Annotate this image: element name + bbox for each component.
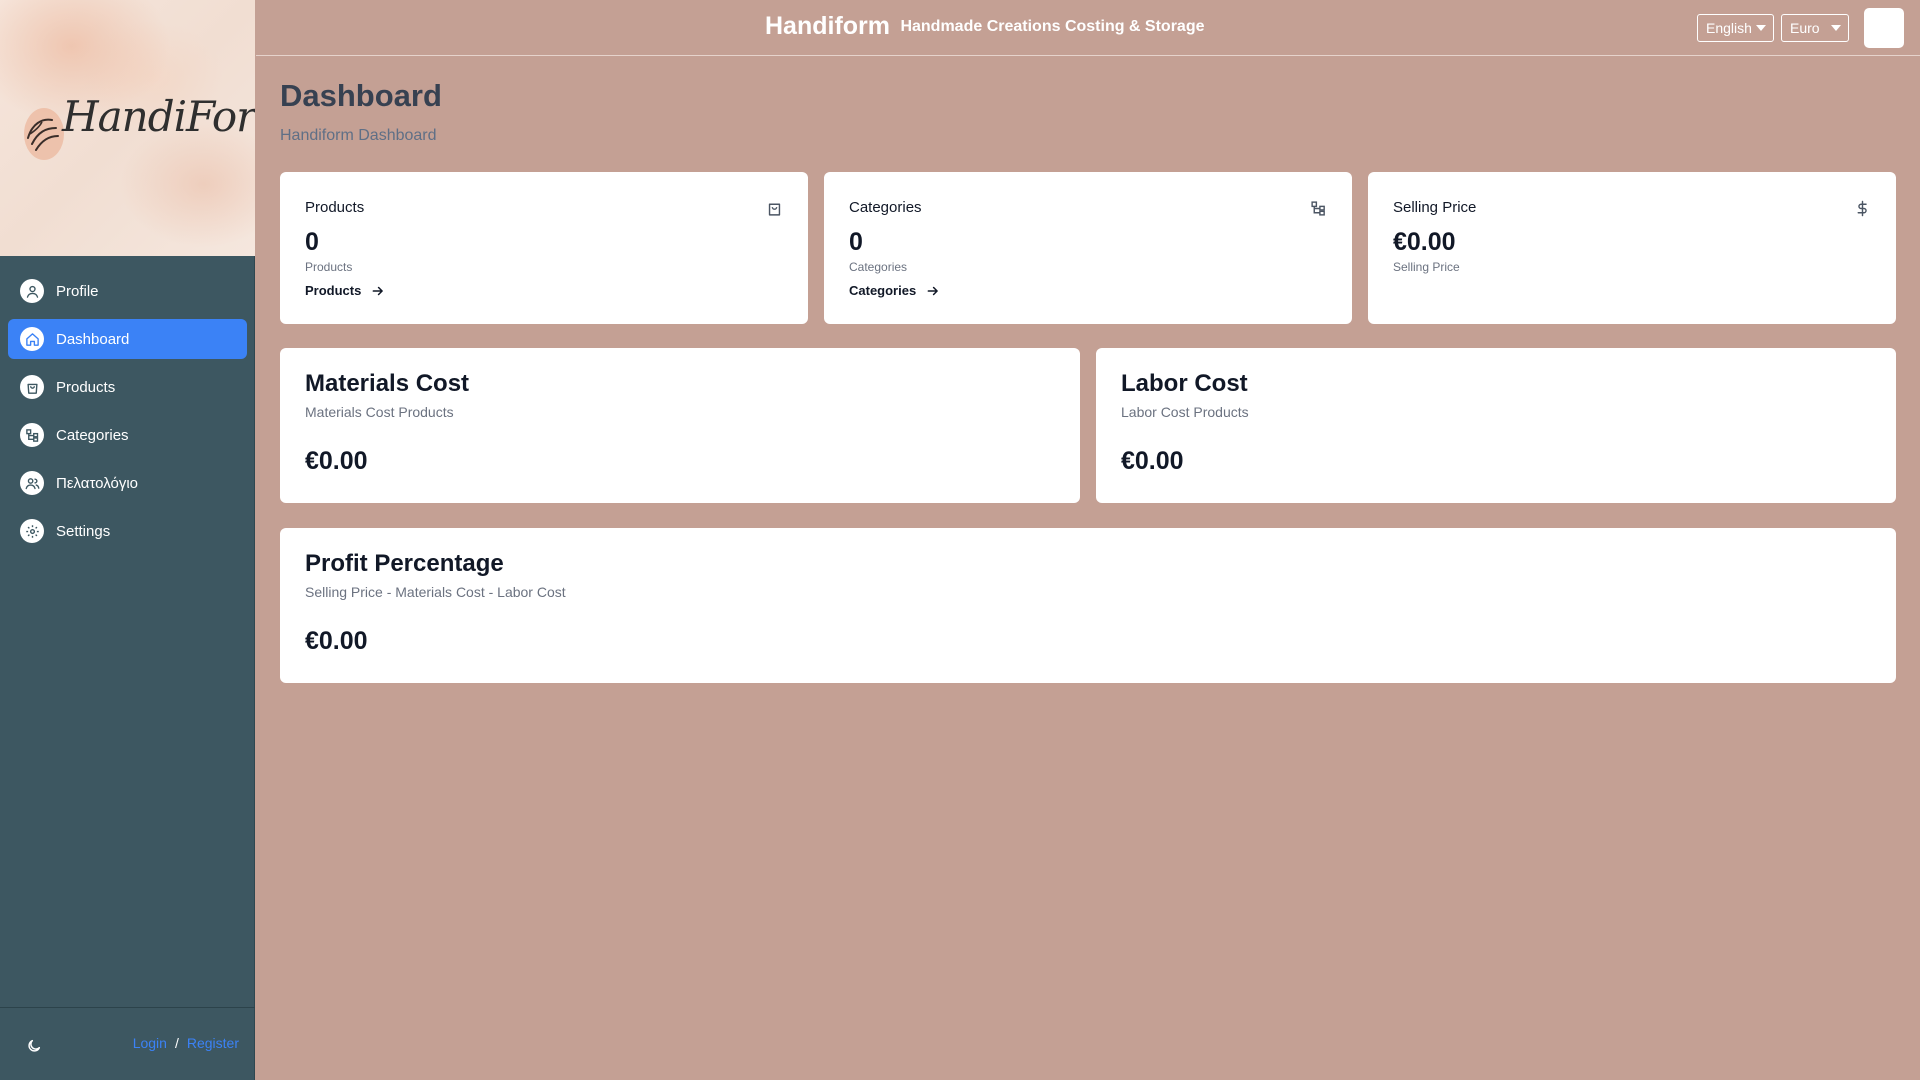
dollar-icon — [1857, 200, 1867, 217]
language-select-value: English — [1706, 20, 1752, 36]
sidebar-item-products[interactable]: Products — [8, 367, 247, 407]
sidebar-item-dashboard[interactable]: Dashboard — [8, 319, 247, 359]
sidebar-footer: Login / Register — [0, 1007, 255, 1080]
card-value: €0.00 — [1121, 447, 1184, 475]
header-menu-button[interactable] — [1864, 8, 1904, 48]
stat-label: Products — [305, 199, 365, 216]
auth-links: Login / Register — [133, 1035, 239, 1051]
category-tree-icon — [20, 423, 44, 447]
currency-select-value: Euro — [1790, 20, 1820, 36]
currency-select[interactable]: Euro — [1781, 14, 1849, 42]
card-value: €0.00 — [305, 627, 368, 655]
sidebar-item-label: Πελατολόγιο — [56, 474, 139, 492]
sidebar-item-profile[interactable]: Profile — [8, 271, 247, 311]
stat-sub: Categories — [849, 260, 908, 274]
card-value: €0.00 — [305, 447, 368, 475]
sidebar-item-label: Categories — [56, 426, 129, 444]
card-subtitle: Materials Cost Products — [305, 404, 454, 420]
top-header: Handiform Handmade Creations Costing & S… — [256, 0, 1920, 56]
app-tagline: Handmade Creations Costing & Storage — [900, 17, 1205, 35]
logo-text: HandiForm — [62, 92, 255, 141]
shopping-bag-icon — [20, 375, 44, 399]
chevron-down-icon — [1756, 25, 1766, 31]
app-root: HandiForm Profile Dashboard Products — [0, 0, 1920, 1080]
products-link[interactable]: Products — [305, 283, 385, 298]
stat-value: €0.00 — [1393, 228, 1456, 256]
dark-mode-toggle[interactable] — [24, 1036, 44, 1056]
category-tree-icon — [1311, 201, 1325, 216]
stat-link-label: Categories — [849, 283, 917, 298]
page-title: Dashboard — [280, 78, 442, 113]
labor-cost-card: Labor Cost Labor Cost Products €0.00 — [1096, 348, 1896, 503]
logo[interactable]: HandiForm — [18, 88, 255, 168]
chevron-down-icon — [1831, 25, 1841, 31]
sidebar: HandiForm Profile Dashboard Products — [0, 0, 255, 1080]
stat-value: 0 — [849, 228, 863, 256]
sidebar-item-label: Dashboard — [56, 330, 130, 348]
shopping-bag-icon — [768, 203, 781, 216]
users-icon — [20, 471, 44, 495]
card-title: Profit Percentage — [305, 550, 504, 577]
sidebar-item-label: Settings — [56, 522, 111, 540]
materials-cost-card: Materials Cost Materials Cost Products €… — [280, 348, 1080, 503]
auth-separator: / — [174, 1035, 179, 1051]
categories-link[interactable]: Categories — [849, 283, 940, 298]
sidebar-item-label: Products — [56, 378, 116, 396]
selling-price-stat-card: Selling Price €0.00 Selling Price — [1368, 172, 1896, 324]
sidebar-nav: Profile Dashboard Products Categories Πε… — [8, 271, 247, 559]
card-title: Materials Cost — [305, 370, 470, 397]
app-title: Handiform — [765, 12, 890, 40]
register-link[interactable]: Register — [187, 1035, 239, 1051]
stat-sub: Products — [305, 260, 353, 274]
page-subtitle: Handiform Dashboard — [280, 127, 437, 144]
moon-icon — [28, 1039, 41, 1052]
stat-label: Selling Price — [1393, 199, 1477, 216]
arrow-right-icon — [927, 286, 939, 295]
logo-panel: HandiForm — [0, 0, 255, 256]
sidebar-item-categories[interactable]: Categories — [8, 415, 247, 455]
card-title: Labor Cost — [1121, 370, 1248, 397]
sidebar-item-clients[interactable]: Πελατολόγιο — [8, 463, 247, 503]
sidebar-item-label: Profile — [56, 282, 99, 300]
products-stat-card: Products 0 Products Products — [280, 172, 808, 324]
user-icon — [20, 279, 44, 303]
stat-value: 0 — [305, 228, 319, 256]
profit-percentage-card: Profit Percentage Selling Price - Materi… — [280, 528, 1896, 683]
stat-link-label: Products — [305, 283, 362, 298]
language-select[interactable]: English — [1697, 14, 1774, 42]
stat-label: Categories — [849, 199, 922, 216]
categories-stat-card: Categories 0 Categories Categories — [824, 172, 1352, 324]
login-link[interactable]: Login — [133, 1035, 167, 1051]
sidebar-item-settings[interactable]: Settings — [8, 511, 247, 551]
card-subtitle: Selling Price - Materials Cost - Labor C… — [305, 584, 566, 600]
stat-sub: Selling Price — [1393, 260, 1460, 274]
arrow-right-icon — [372, 286, 384, 295]
gear-icon — [20, 519, 44, 543]
brand: Handiform Handmade Creations Costing & S… — [765, 12, 1205, 41]
card-subtitle: Labor Cost Products — [1121, 404, 1249, 420]
home-icon — [20, 327, 44, 351]
